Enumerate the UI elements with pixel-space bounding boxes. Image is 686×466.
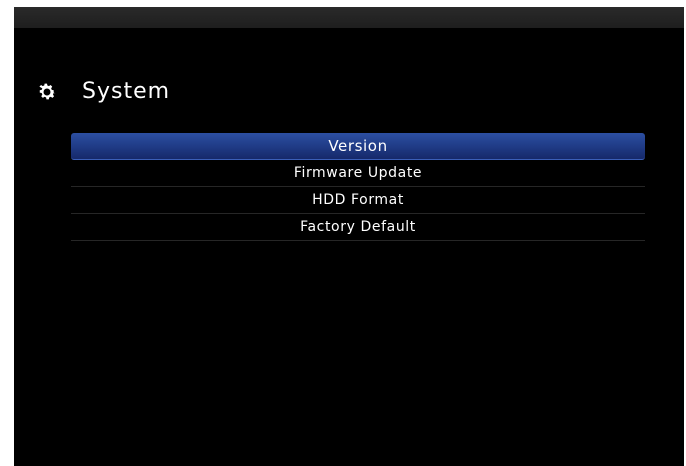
page-header: System <box>36 79 170 105</box>
menu-item-hdd-format[interactable]: HDD Format <box>71 187 645 214</box>
menu-item-firmware-update[interactable]: Firmware Update <box>71 160 645 187</box>
top-bar <box>14 7 684 28</box>
gear-icon <box>39 83 56 100</box>
system-menu: Version Firmware Update HDD Format Facto… <box>71 133 645 241</box>
menu-item-factory-default[interactable]: Factory Default <box>71 214 645 241</box>
page-title: System <box>82 79 171 104</box>
menu-item-version[interactable]: Version <box>71 133 645 160</box>
tv-screen: System Version Firmware Update HDD Forma… <box>14 7 684 466</box>
